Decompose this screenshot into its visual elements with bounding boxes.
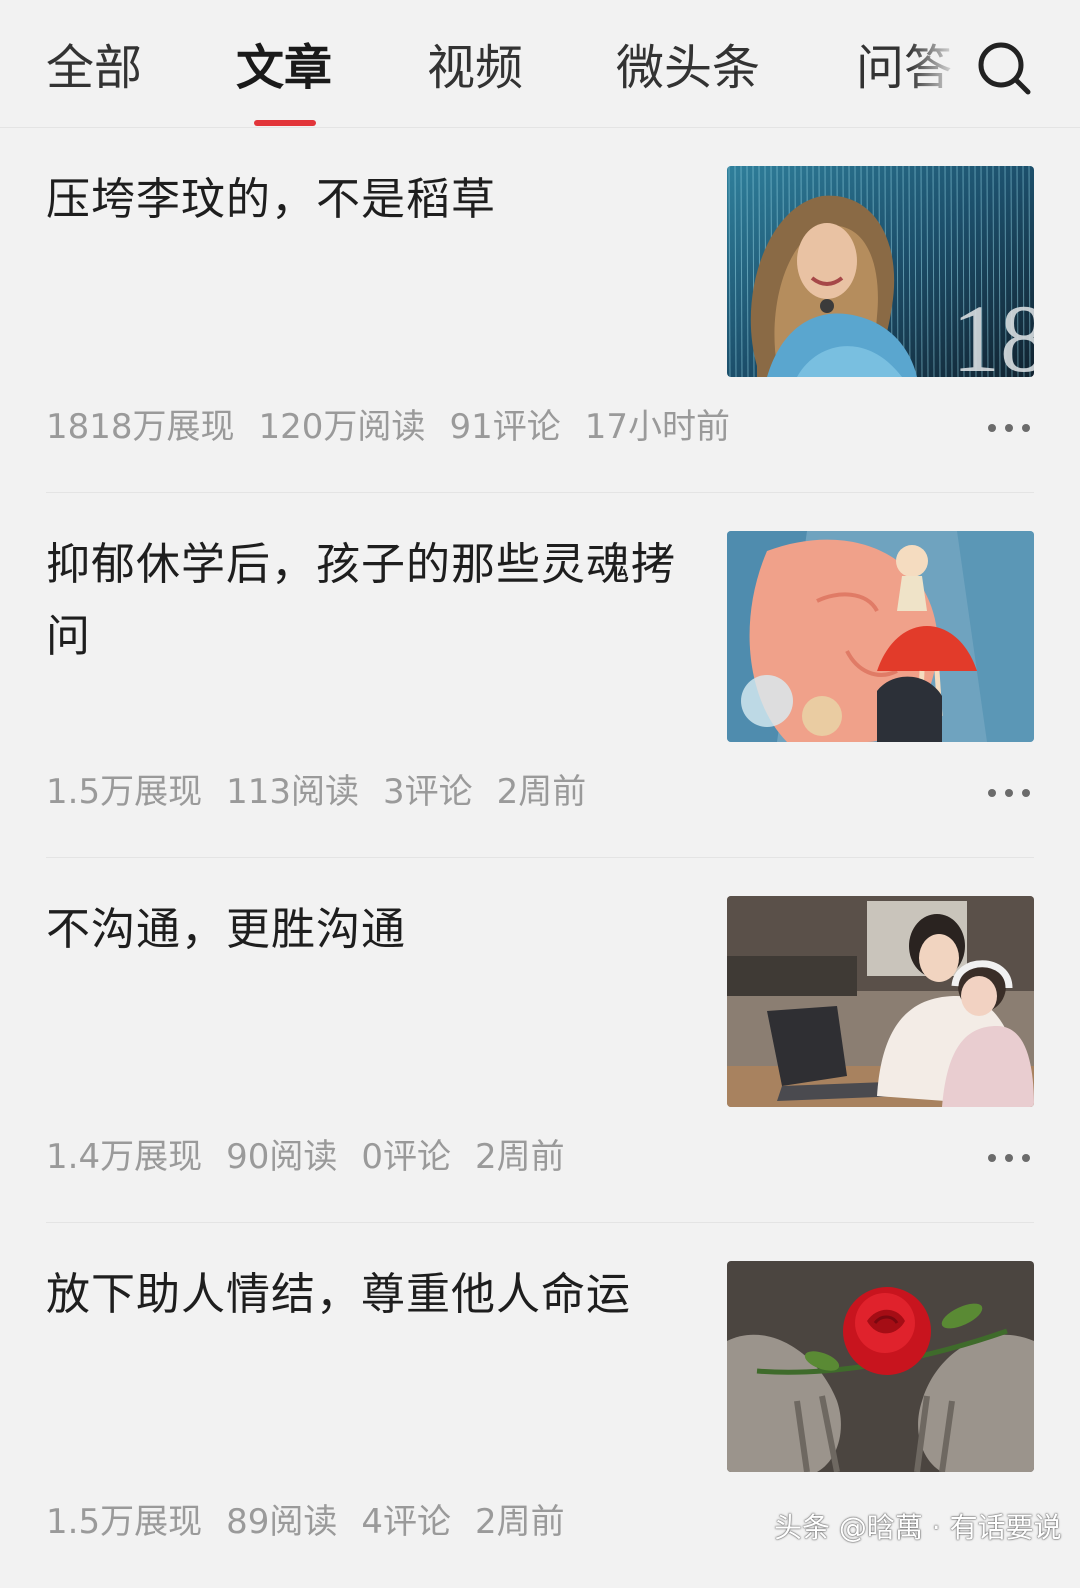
comment-count: 91评论 <box>449 407 561 447</box>
read-count: 120万阅读 <box>258 407 426 447</box>
article-item[interactable]: 不沟通，更胜沟通 1.4万展现 90阅读 0评论 2周前 <box>0 858 1080 1223</box>
article-item[interactable]: 压垮李玟的，不是稻草 18 1818万展现 120万阅读 91评论 17小时前 <box>0 128 1080 493</box>
article-title[interactable]: 放下助人情结，尊重他人命运 <box>46 1259 686 1331</box>
impressions-count: 1.5万展现 <box>46 772 203 812</box>
publish-time: 2周前 <box>474 1137 565 1177</box>
impressions-count: 1.5万展现 <box>46 1502 203 1542</box>
more-options-button[interactable] <box>984 781 1034 805</box>
comment-count: 0评论 <box>361 1137 451 1177</box>
active-tab-indicator <box>254 120 316 126</box>
article-thumbnail[interactable]: 18 <box>727 166 1034 377</box>
article-title[interactable]: 不沟通，更胜沟通 <box>46 894 686 966</box>
article-stats: 1.5万展现 113阅读 3评论 2周前 <box>46 767 610 817</box>
article-stats: 1.5万展现 89阅读 4评论 2周前 <box>46 1497 589 1547</box>
article-thumbnail[interactable] <box>727 1261 1034 1472</box>
article-item[interactable]: 抑郁休学后，孩子的那些灵魂拷问 1.5万展现 113阅读 3评论 2周前 <box>0 493 1080 858</box>
source-watermark: 头条 @晗萬 · 有话要说 <box>774 1511 1062 1544</box>
article-stats: 1.4万展现 90阅读 0评论 2周前 <box>46 1132 589 1182</box>
tab-all[interactable]: 全部 <box>46 38 142 98</box>
comment-count: 3评论 <box>382 772 473 812</box>
article-title[interactable]: 压垮李玟的，不是稻草 <box>46 164 686 236</box>
article-stats: 1818万展现 120万阅读 91评论 17小时前 <box>46 402 754 452</box>
more-options-button[interactable] <box>984 416 1034 440</box>
search-button[interactable] <box>972 36 1038 102</box>
tab-articles[interactable]: 文章 <box>236 38 332 98</box>
tab-videos[interactable]: 视频 <box>427 38 523 98</box>
impressions-count: 1818万展现 <box>46 407 235 447</box>
comment-count: 4评论 <box>361 1502 451 1542</box>
publish-time: 17小时前 <box>584 407 730 447</box>
search-icon <box>978 42 1031 95</box>
read-count: 90阅读 <box>226 1137 338 1177</box>
tab-qa[interactable]: 问答 <box>856 38 952 98</box>
svg-text:18: 18 <box>952 285 1034 377</box>
article-thumbnail[interactable] <box>727 896 1034 1107</box>
read-count: 89阅读 <box>226 1502 338 1542</box>
article-thumbnail[interactable] <box>727 531 1034 742</box>
publish-time: 2周前 <box>474 1502 565 1542</box>
impressions-count: 1.4万展现 <box>46 1137 203 1177</box>
tab-bar: 全部 文章 视频 微头条 问答 <box>0 0 1080 128</box>
read-count: 113阅读 <box>226 772 359 812</box>
publish-time: 2周前 <box>496 772 587 812</box>
article-title[interactable]: 抑郁休学后，孩子的那些灵魂拷问 <box>46 529 686 673</box>
tab-micro-posts[interactable]: 微头条 <box>616 38 760 98</box>
more-options-button[interactable] <box>984 1146 1034 1170</box>
